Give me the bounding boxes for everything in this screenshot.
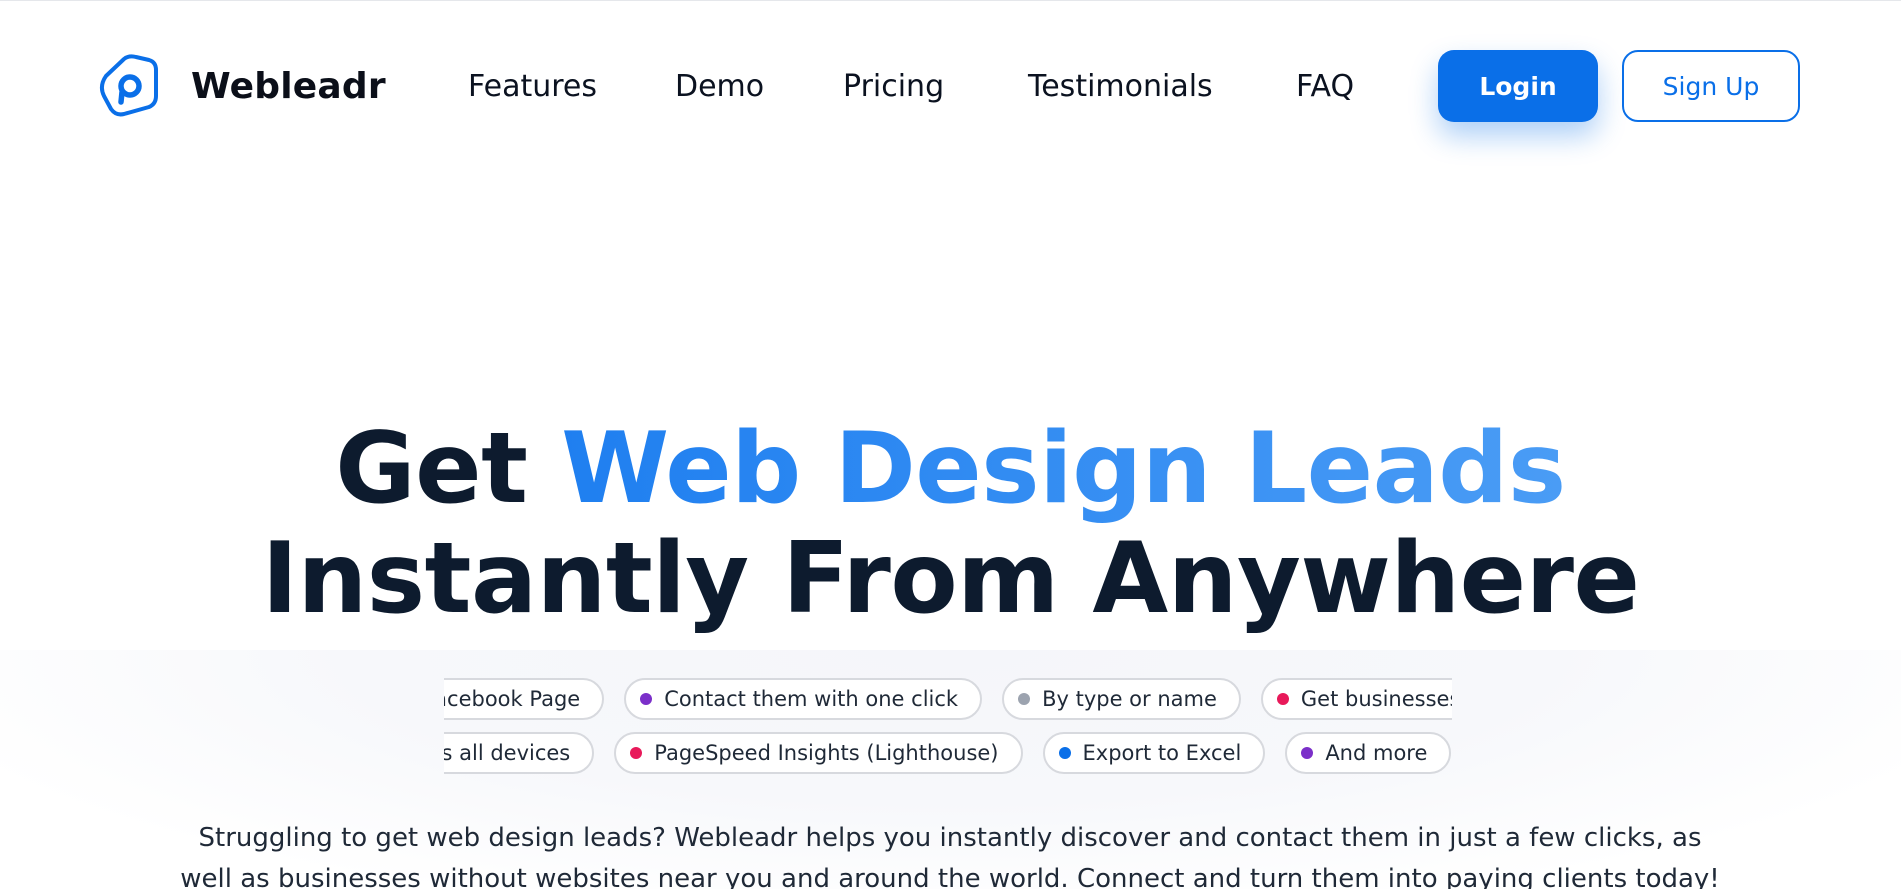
feature-chip: Across all devices (444, 732, 595, 774)
feature-chip: Get businesses with (1260, 678, 1452, 720)
nav-pricing[interactable]: Pricing (843, 69, 944, 104)
chip-label: Across all devices (444, 741, 571, 765)
chips-track-2: Across all devices PageSpeed Insights (Li… (444, 732, 1452, 778)
feature-chips-row-2: Across all devices PageSpeed Insights (Li… (444, 732, 1452, 778)
chip-label: Facebook Page (444, 687, 581, 711)
brand-name: Webleadr (191, 66, 386, 107)
chip-dot-icon (1058, 747, 1071, 759)
location-pin-logo-icon (99, 54, 158, 117)
chip-label: Export to Excel (1082, 741, 1242, 765)
feature-chip: PageSpeed Insights (Lighthouse) (614, 732, 1023, 774)
chip-label: And more (1325, 741, 1428, 765)
chip-dot-icon (640, 693, 653, 705)
hero-title-line2: Instantly From Anywhere (261, 522, 1640, 636)
hero-title-line1: Get Web Design Leads (0, 420, 1901, 518)
feature-chip: And more (1285, 732, 1452, 774)
chip-label: Contact them with one click (664, 687, 959, 711)
hero-title-prefix: Get (335, 412, 562, 526)
chip-dot-icon (1276, 693, 1289, 705)
chip-dot-icon (1018, 693, 1031, 705)
chip-label: PageSpeed Insights (Lighthouse) (654, 741, 999, 765)
nav-testimonials[interactable]: Testimonials (1028, 69, 1213, 104)
feature-chip: Export to Excel (1042, 732, 1266, 774)
site-header: Webleadr Features Demo Pricing Testimoni… (0, 0, 1901, 175)
chip-label: By type or name (1042, 687, 1217, 711)
chips-track-1: Facebook Page Contact them with one click… (444, 678, 1452, 724)
signup-button[interactable]: Sign Up (1622, 50, 1800, 122)
nav-features[interactable]: Features (468, 69, 597, 104)
chip-dot-icon (1301, 747, 1314, 759)
landing-page: Webleadr Features Demo Pricing Testimoni… (0, 0, 1901, 889)
nav-demo[interactable]: Demo (675, 69, 764, 104)
nav-faq[interactable]: FAQ (1296, 69, 1354, 104)
hero-description: Struggling to get web design leads? Webl… (180, 823, 1720, 889)
feature-chip: Facebook Page (444, 678, 605, 720)
chip-label: Get businesses with (1300, 687, 1452, 711)
hero-title-highlight: Web Design Leads (561, 412, 1566, 526)
chip-dot-icon (630, 747, 643, 759)
feature-chip: By type or name (1002, 678, 1241, 720)
login-button[interactable]: Login (1438, 50, 1598, 122)
feature-chips-row-1: Facebook Page Contact them with one click… (444, 678, 1452, 724)
feature-chip: Contact them with one click (624, 678, 983, 720)
